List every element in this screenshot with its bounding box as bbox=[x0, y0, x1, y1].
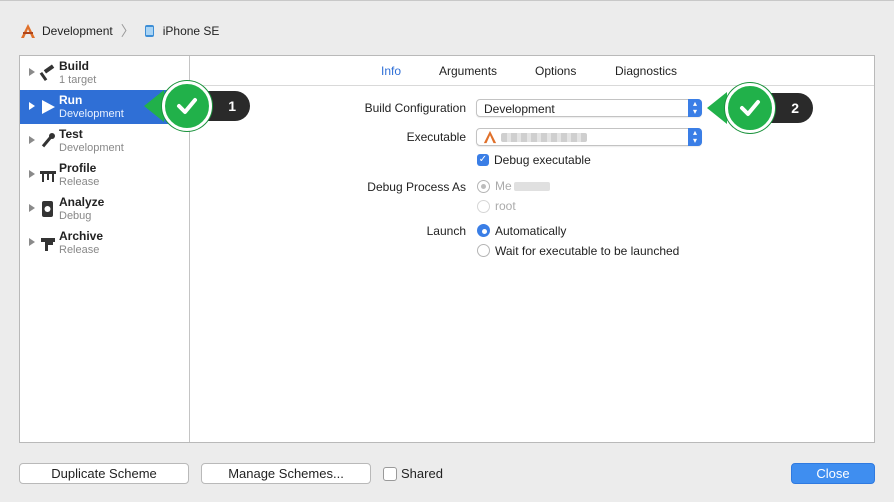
launch-wait-radio[interactable] bbox=[477, 244, 490, 257]
build-configuration-value: Development bbox=[484, 102, 555, 116]
tab-arguments[interactable]: Arguments bbox=[439, 64, 497, 78]
wrench-icon bbox=[39, 132, 57, 150]
shared-label: Shared bbox=[401, 466, 443, 481]
shared-checkbox[interactable] bbox=[383, 467, 397, 481]
callout-number: 1 bbox=[228, 98, 236, 114]
launch-wait-label: Wait for executable to be launched bbox=[495, 244, 680, 258]
launch-automatically-radio[interactable] bbox=[477, 224, 490, 237]
app-icon bbox=[483, 130, 497, 144]
breadcrumb-device[interactable]: iPhone SE bbox=[163, 24, 220, 38]
disclosure-triangle-icon[interactable] bbox=[29, 238, 35, 246]
tab-options[interactable]: Options bbox=[535, 64, 576, 78]
executable-popup[interactable]: ▴ ▾ bbox=[476, 128, 702, 146]
window-top-border bbox=[0, 0, 894, 1]
disclosure-triangle-icon[interactable] bbox=[29, 170, 35, 178]
sidebar-item-sublabel: 1 target bbox=[59, 74, 97, 86]
debug-executable-label: Debug executable bbox=[494, 153, 591, 167]
sidebar-item-label: Analyze bbox=[59, 195, 105, 209]
sidebar-item-label: Archive bbox=[59, 229, 104, 243]
popup-arrows-icon: ▴ ▾ bbox=[688, 99, 702, 117]
launch-automatically-label: Automatically bbox=[495, 224, 567, 238]
sidebar-item-build[interactable]: Build 1 target bbox=[20, 56, 189, 90]
sidebar-item-sublabel: Development bbox=[59, 142, 124, 154]
build-configuration-label: Build Configuration bbox=[364, 101, 466, 115]
sidebar-item-label: Test bbox=[59, 127, 83, 141]
breadcrumb: Development 〉 iPhone SE bbox=[20, 22, 219, 40]
disclosure-triangle-icon[interactable] bbox=[29, 102, 35, 110]
archive-icon bbox=[39, 234, 57, 252]
launch-label: Launch bbox=[426, 224, 466, 238]
disclosure-triangle-icon[interactable] bbox=[29, 68, 35, 76]
close-button[interactable]: Close bbox=[791, 463, 875, 484]
debug-process-root-radio[interactable] bbox=[477, 200, 490, 213]
debug-executable-checkbox[interactable]: ✓ bbox=[477, 154, 489, 166]
sidebar-item-sublabel: Development bbox=[59, 108, 124, 120]
analyze-icon bbox=[39, 200, 57, 218]
iphone-device-icon bbox=[143, 24, 157, 38]
breadcrumb-scheme[interactable]: Development bbox=[42, 24, 113, 38]
callout-pointer bbox=[707, 92, 727, 124]
sidebar-item-archive[interactable]: Archive Release bbox=[20, 226, 189, 260]
redacted-username bbox=[514, 182, 550, 191]
checkmark-icon bbox=[725, 83, 775, 133]
manage-schemes-button[interactable]: Manage Schemes... bbox=[201, 463, 371, 484]
sidebar-item-test[interactable]: Test Development bbox=[20, 124, 189, 158]
sidebar-item-profile[interactable]: Profile Release bbox=[20, 158, 189, 192]
sidebar-item-sublabel: Release bbox=[59, 176, 100, 188]
debug-process-root-label: root bbox=[495, 199, 516, 213]
disclosure-triangle-icon[interactable] bbox=[29, 136, 35, 144]
checkmark-icon bbox=[162, 81, 212, 131]
sidebar-item-analyze[interactable]: Analyze Debug bbox=[20, 192, 189, 226]
callout-2: 2 bbox=[707, 83, 815, 133]
play-icon bbox=[39, 98, 57, 116]
instruments-icon bbox=[39, 166, 57, 184]
callout-number: 2 bbox=[791, 100, 799, 116]
tab-info[interactable]: Info bbox=[381, 64, 401, 78]
redacted-executable-name bbox=[501, 133, 587, 142]
breadcrumb-chevron-icon: 〉 bbox=[120, 23, 135, 39]
tab-diagnostics[interactable]: Diagnostics bbox=[615, 64, 677, 78]
build-configuration-popup[interactable]: Development ▴ ▾ bbox=[476, 99, 702, 117]
hammer-icon bbox=[39, 64, 57, 82]
disclosure-triangle-icon[interactable] bbox=[29, 204, 35, 212]
sidebar-item-label: Build bbox=[59, 59, 89, 73]
duplicate-scheme-button[interactable]: Duplicate Scheme bbox=[19, 463, 189, 484]
sidebar-item-label: Profile bbox=[59, 161, 97, 175]
scheme-tab-bar: Info Arguments Options Diagnostics bbox=[190, 56, 874, 86]
xcode-app-icon bbox=[20, 23, 36, 39]
callout-pointer bbox=[144, 90, 164, 122]
executable-label: Executable bbox=[406, 130, 466, 144]
debug-process-as-label: Debug Process As bbox=[367, 180, 466, 194]
sidebar-item-sublabel: Debug bbox=[59, 210, 92, 222]
callout-1: 1 bbox=[144, 81, 252, 131]
debug-process-me-radio[interactable] bbox=[477, 180, 490, 193]
sidebar-item-label: Run bbox=[59, 93, 83, 107]
sidebar-item-sublabel: Release bbox=[59, 244, 100, 256]
debug-process-me-label: Me bbox=[495, 179, 512, 193]
popup-arrows-icon: ▴ ▾ bbox=[688, 128, 702, 146]
